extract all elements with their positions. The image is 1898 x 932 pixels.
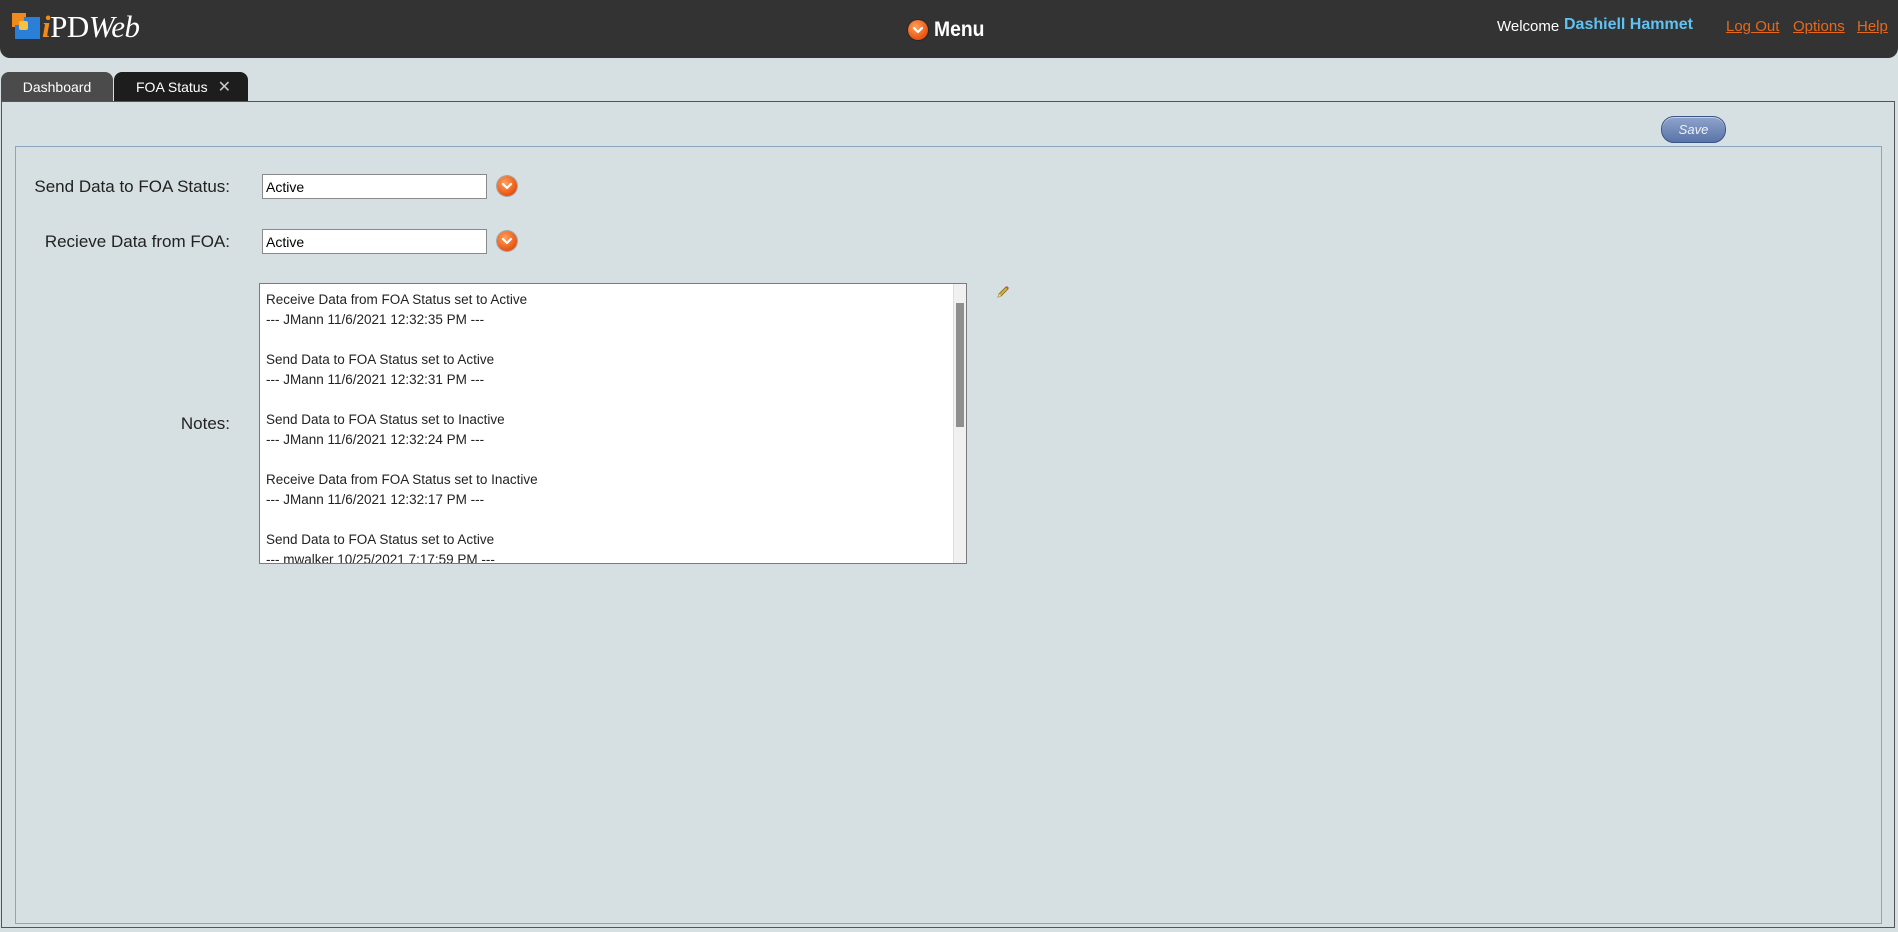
chevron-down-icon bbox=[908, 20, 928, 40]
note-text: Send Data to FOA Status set to Inactive bbox=[266, 412, 505, 427]
tab-label: FOA Status bbox=[136, 79, 208, 95]
note-text: Send Data to FOA Status set to Active bbox=[266, 532, 495, 547]
logo-mark-icon bbox=[12, 13, 40, 41]
options-link[interactable]: Options bbox=[1793, 18, 1845, 35]
main-menu-button[interactable]: Menu bbox=[908, 18, 989, 42]
note-meta: --- JMann 11/6/2021 12:32:31 PM --- bbox=[266, 372, 485, 387]
top-header-bar: iPDWeb Menu Welcome Dashiell Hammet Log … bbox=[0, 0, 1898, 58]
tab-foa-status[interactable]: FOA Status ✕ bbox=[114, 72, 248, 102]
pencil-icon[interactable] bbox=[995, 284, 1011, 300]
note-text: Receive Data from FOA Status set to Acti… bbox=[266, 292, 528, 307]
note-entry: Send Data to FOA Status set to Inactive … bbox=[266, 410, 960, 450]
note-entry: Receive Data from FOA Status set to Acti… bbox=[266, 290, 960, 330]
note-meta: --- JMann 11/6/2021 12:32:17 PM --- bbox=[266, 492, 485, 507]
note-entry: Send Data to FOA Status set to Active --… bbox=[266, 350, 960, 390]
tab-label: Dashboard bbox=[22, 79, 92, 95]
notes-scrollbar[interactable] bbox=[953, 284, 966, 563]
chevron-down-icon[interactable] bbox=[497, 231, 517, 251]
close-icon[interactable]: ✕ bbox=[218, 77, 231, 97]
save-button[interactable]: Save bbox=[1661, 116, 1726, 143]
help-link[interactable]: Help bbox=[1857, 18, 1888, 35]
notes-label: Notes: bbox=[180, 414, 230, 433]
note-text: Send Data to FOA Status set to Active bbox=[266, 352, 495, 367]
note-meta: --- JMann 11/6/2021 12:32:35 PM --- bbox=[266, 312, 485, 327]
tab-dashboard[interactable]: Dashboard bbox=[1, 72, 113, 102]
note-meta: --- JMann 11/6/2021 12:32:24 PM --- bbox=[266, 432, 485, 447]
note-meta: --- mwalker 10/25/2021 7:17:59 PM --- bbox=[266, 552, 495, 564]
receive-data-select[interactable]: Active bbox=[262, 229, 487, 254]
note-entry: Receive Data from FOA Status set to Inac… bbox=[266, 470, 960, 510]
receive-data-label: Recieve Data from FOA: bbox=[44, 232, 230, 251]
welcome-text: Welcome bbox=[1497, 18, 1560, 35]
notes-textarea[interactable]: Receive Data from FOA Status set to Acti… bbox=[259, 283, 967, 564]
logo-text: iPDWeb bbox=[42, 9, 140, 44]
send-data-select[interactable]: Active bbox=[262, 174, 487, 199]
note-entry: Send Data to FOA Status set to Active --… bbox=[266, 530, 960, 564]
chevron-down-icon[interactable] bbox=[497, 176, 517, 196]
scrollbar-thumb[interactable] bbox=[956, 303, 964, 427]
menu-label: Menu bbox=[934, 18, 985, 41]
app-logo: iPDWeb bbox=[12, 9, 140, 44]
user-name: Dashiell Hammet bbox=[1564, 16, 1693, 33]
send-data-label: Send Data to FOA Status: bbox=[34, 177, 230, 196]
note-text: Receive Data from FOA Status set to Inac… bbox=[266, 472, 538, 487]
logout-link[interactable]: Log Out bbox=[1726, 18, 1779, 35]
